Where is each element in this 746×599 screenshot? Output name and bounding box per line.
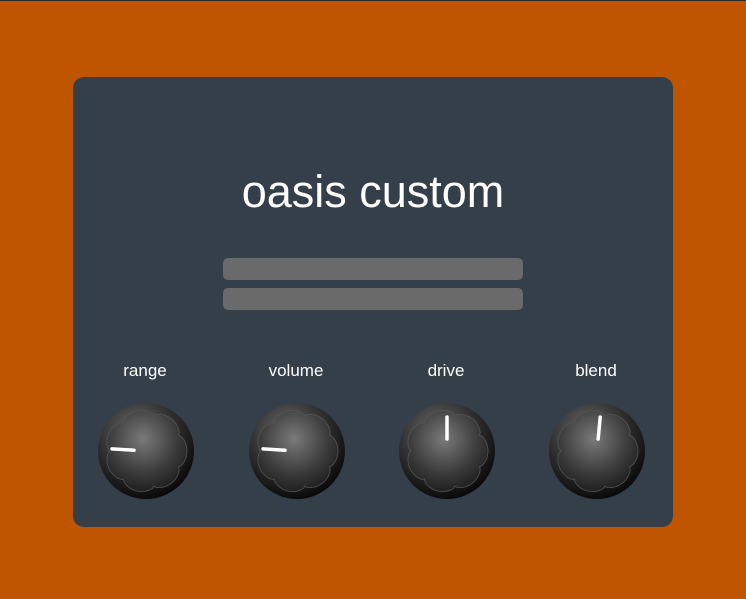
pedal-panel: oasis custom range volume drive blend (73, 77, 673, 527)
pedal-title: oasis custom (241, 166, 505, 217)
range-knob[interactable] (96, 401, 196, 501)
knob-icon (399, 403, 495, 499)
display-bar-bottom (223, 288, 523, 310)
knob-icon (249, 403, 345, 499)
volume-knob[interactable] (247, 401, 347, 501)
knob-pointer (596, 415, 602, 441)
knob-group-drive: drive (391, 357, 501, 502)
knob-group-blend: blend (541, 357, 651, 502)
knob-label-blend: blend (575, 361, 617, 380)
knob-icon (549, 403, 645, 499)
knob-label-drive: drive (427, 361, 465, 380)
knob-icon (98, 403, 194, 499)
knob-pointer (110, 447, 136, 452)
knob-label-volume: volume (268, 361, 324, 380)
display-bar-top (223, 258, 523, 280)
knob-label-range: range (123, 361, 167, 380)
blend-knob[interactable] (547, 401, 647, 501)
knob-group-volume: volume (241, 357, 351, 502)
knob-pointer (261, 447, 287, 452)
drive-knob[interactable] (397, 401, 497, 501)
knob-group-range: range (90, 357, 200, 502)
